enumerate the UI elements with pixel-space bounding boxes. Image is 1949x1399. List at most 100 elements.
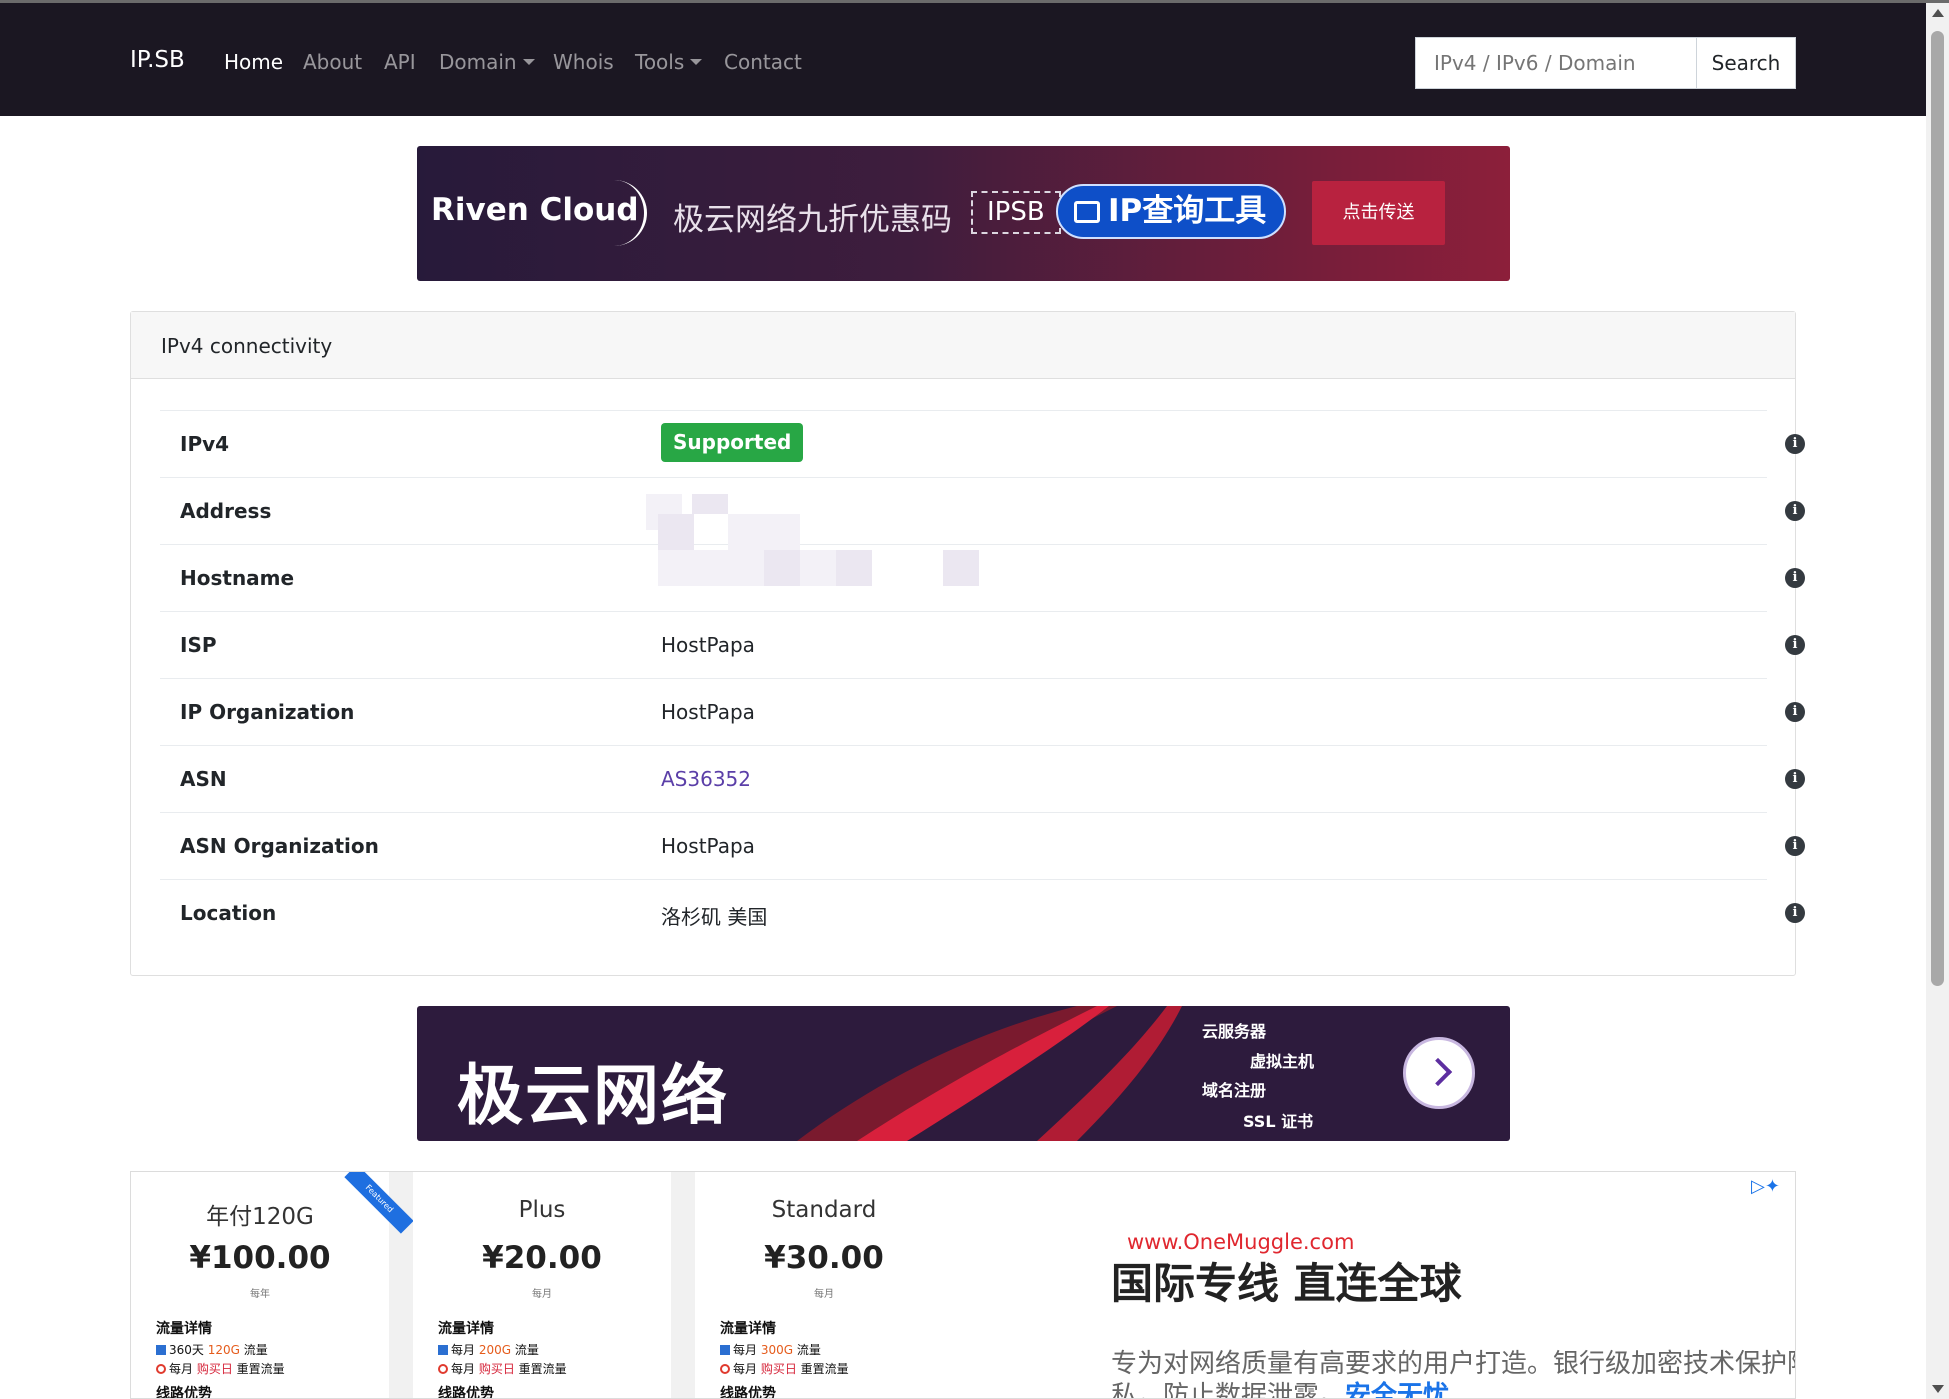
info-icon[interactable]: i (1785, 635, 1805, 655)
plan-advantage-title: 线路优势 (438, 1386, 494, 1399)
banner-item: 域名注册 (1202, 1081, 1267, 1100)
plan-advantage-title: 线路优势 (720, 1386, 776, 1399)
traffic-amount: 120G (207, 1343, 240, 1357)
plan-detail-title: 流量详情 (438, 1321, 494, 1337)
text: 每月 (451, 1362, 479, 1376)
promo-code: IPSB (971, 191, 1061, 234)
table-row: Location 洛杉矶 美国 i (160, 879, 1805, 946)
scrollbar-thumb[interactable] (1931, 31, 1944, 986)
row-label: ISP (180, 633, 217, 657)
calendar-icon (156, 1345, 166, 1355)
chevron-right-icon (1423, 1057, 1453, 1087)
table-row: IP Organization HostPapa i (160, 678, 1805, 745)
status-badge: Supported (661, 423, 804, 462)
info-icon[interactable]: i (1785, 568, 1805, 588)
ipv4-connectivity-card: IPv4 connectivity IPv4 Supported i Addre… (130, 311, 1805, 976)
ad-block[interactable]: Featured 年付120G ¥100.00 每年 流量详情 360天 120… (130, 1171, 1796, 1399)
row-label: Hostname (180, 566, 295, 590)
traffic-amount: 300G (760, 1343, 794, 1357)
plan-traffic-line: 每月 200G 流量 (438, 1341, 539, 1358)
nav-tools-label: Tools (635, 50, 685, 74)
nav-whois[interactable]: Whois (553, 50, 614, 74)
row-label: ASN Organization (180, 834, 379, 858)
calendar-icon (720, 1345, 730, 1355)
location-value: 洛杉矶 美国 (661, 905, 768, 929)
plan-reset-line: 每月 购买日 重置流量 (156, 1360, 285, 1377)
asn-link[interactable]: AS36352 (661, 767, 751, 791)
table-row: ASN Organization HostPapa i (160, 812, 1805, 879)
page-scrollbar[interactable] (1926, 3, 1949, 1399)
plan-name: 年付120G (206, 1204, 314, 1230)
text: 每月 (451, 1343, 479, 1357)
plan-period: 每月 (814, 1289, 834, 1300)
logo-arc-decoration (587, 180, 647, 246)
row-label: ASN (180, 767, 227, 791)
promo-go-button[interactable]: 点击传送 (1312, 181, 1445, 245)
scroll-down-arrow-icon[interactable] (1932, 1385, 1944, 1393)
info-icon[interactable]: i (1785, 501, 1805, 521)
reset-day: 购买日 (196, 1362, 233, 1376)
traffic-amount: 200G (478, 1343, 512, 1357)
plan-reset-line: 每月 购买日 重置流量 (438, 1360, 567, 1377)
table-row: Address i (160, 477, 1805, 544)
plan-reset-line: 每月 购买日 重置流量 (720, 1360, 849, 1377)
calendar-icon (438, 1345, 448, 1355)
info-icon[interactable]: i (1785, 903, 1805, 923)
nav-tools-dropdown[interactable]: Tools (635, 50, 703, 74)
ban-icon (438, 1364, 448, 1374)
banner-item: 虚拟主机 (1250, 1052, 1315, 1071)
scroll-up-arrow-icon[interactable] (1932, 9, 1944, 17)
isp-value: HostPapa (661, 633, 755, 657)
ad-text-panel[interactable]: www.OneMuggle.com 国际专线 直连全球 专为对网络质量有高要求的… (941, 1172, 1795, 1399)
promo-text: 极云网络九折优惠码 (673, 202, 952, 238)
nav-about[interactable]: About (303, 50, 362, 74)
search-button[interactable]: Search (1696, 37, 1796, 89)
plan-name: Plus (518, 1197, 566, 1223)
nav-contact[interactable]: Contact (724, 50, 802, 74)
info-icon[interactable]: i (1785, 769, 1805, 789)
text: 流量 (793, 1343, 821, 1357)
search-input[interactable] (1415, 37, 1696, 89)
plan-price: ¥20.00 (482, 1240, 602, 1276)
ad-body-highlight: 安全无忧 (1345, 1381, 1450, 1399)
text: 360天 (169, 1343, 208, 1357)
caret-down-icon (522, 59, 535, 65)
promo-banner-bottom[interactable]: 极云网络 云服务器 虚拟主机 域名注册 SSL 证书 (417, 1006, 1510, 1141)
adchoices-icon[interactable]: ▷✦ (1751, 1176, 1780, 1197)
info-icon[interactable]: i (1785, 434, 1805, 454)
brand-logo[interactable]: IP.SB (130, 47, 185, 73)
plan-period: 每年 (250, 1289, 270, 1300)
text: 每月 (733, 1343, 761, 1357)
nav-domain-label: Domain (439, 50, 517, 74)
banner-arrow-button[interactable] (1403, 1037, 1475, 1109)
nav-domain-dropdown[interactable]: Domain (439, 50, 535, 74)
ip-organization-value: HostPapa (661, 700, 755, 724)
plan-card[interactable]: Plus ¥20.00 每月 流量详情 每月 200G 流量 每月 购买日 重置… (413, 1172, 671, 1399)
nav-api[interactable]: API (384, 50, 416, 74)
nav-home[interactable]: Home (224, 50, 283, 74)
info-icon[interactable]: i (1785, 836, 1805, 856)
id-card-icon (1074, 201, 1100, 223)
caret-down-icon (690, 59, 703, 65)
text: 重置流量 (232, 1362, 285, 1376)
promo-banner-top[interactable]: Riven Cloud 极云网络九折优惠码 IPSB IP查询工具 点击传送 (417, 146, 1510, 281)
row-label: Address (180, 499, 272, 523)
plan-card[interactable]: Featured 年付120G ¥100.00 每年 流量详情 360天 120… (131, 1172, 414, 1398)
card-header: IPv4 connectivity (131, 312, 1795, 379)
plan-period: 每月 (532, 1289, 552, 1300)
row-label: Location (180, 901, 277, 925)
plan-detail-title: 流量详情 (156, 1321, 212, 1337)
table-row: ASN AS36352 i (160, 745, 1805, 812)
asn-organization-value: HostPapa (661, 834, 755, 858)
plan-card[interactable]: Standard ¥30.00 每月 流量详情 每月 300G 流量 每月 购买… (695, 1172, 953, 1399)
navbar: IP.SB Home About API Domain Whois Tools … (0, 3, 1926, 116)
text: 每月 (169, 1362, 197, 1376)
text: 流量 (511, 1343, 539, 1357)
text: 流量 (239, 1343, 268, 1357)
ad-headline[interactable]: 国际专线 直连全球 (1111, 1250, 1462, 1311)
reset-day: 购买日 (478, 1362, 515, 1376)
banner-item: 云服务器 (1202, 1022, 1267, 1041)
row-label: IPv4 (180, 432, 230, 456)
ban-icon (720, 1364, 730, 1374)
info-icon[interactable]: i (1785, 702, 1805, 722)
